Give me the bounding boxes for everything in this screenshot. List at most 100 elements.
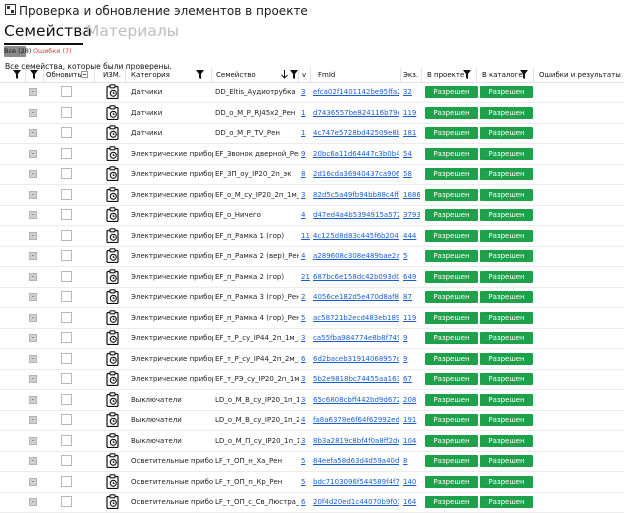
- row-expand-button[interactable]: -: [29, 477, 37, 486]
- fmid-link[interactable]: a289608c308e489bae2a1f0a: [313, 246, 399, 266]
- update-checkbox[interactable]: [61, 373, 72, 384]
- column-header-family[interactable]: Семейство: [216, 71, 256, 79]
- instances-link[interactable]: 119: [403, 308, 420, 328]
- in-project-status-button[interactable]: Разрешен: [425, 168, 478, 180]
- in-project-status-button[interactable]: Разрешен: [425, 291, 478, 303]
- version-link[interactable]: 9: [301, 144, 310, 164]
- filter-icon[interactable]: [290, 70, 298, 79]
- in-project-status-button[interactable]: Разрешен: [425, 229, 478, 242]
- version-link[interactable]: 3: [301, 369, 310, 389]
- instances-link[interactable]: 54: [403, 144, 420, 164]
- version-link[interactable]: 4: [301, 205, 310, 225]
- fmid-link[interactable]: 4c747e5728bd42509e8b7e53: [313, 123, 399, 143]
- fmid-link[interactable]: bdc7103096f544589f4f74dd: [313, 472, 399, 492]
- column-header-instances[interactable]: Экз.: [403, 71, 418, 79]
- in-catalog-status-button[interactable]: Разрешен: [480, 393, 533, 406]
- fmid-link[interactable]: 20f4d20ed1c44070b9f01bf5: [313, 492, 399, 512]
- fmid-link[interactable]: d7436557be824116b79e7b2: [313, 103, 399, 123]
- update-checkbox[interactable]: [61, 250, 72, 261]
- update-checkbox[interactable]: [61, 475, 72, 487]
- row-expand-button[interactable]: -: [29, 129, 37, 137]
- update-checkbox[interactable]: [61, 291, 72, 302]
- update-checkbox[interactable]: [61, 270, 72, 282]
- version-link[interactable]: 4: [301, 410, 310, 430]
- in-project-status-button[interactable]: Разрешен: [425, 475, 478, 488]
- in-project-status-button[interactable]: Разрешен: [425, 373, 478, 385]
- in-catalog-status-button[interactable]: Разрешен: [480, 168, 533, 180]
- row-expand-button[interactable]: -: [29, 395, 37, 404]
- table-row[interactable]: - Электрические приборы EF_o_Ничего 4 d47ed4…: [0, 205, 624, 226]
- table-row[interactable]: - Электрические приборы EF_т_P_cy_IP44_2п_…: [0, 328, 624, 349]
- version-link[interactable]: 11: [301, 226, 310, 246]
- instances-link[interactable]: 649: [403, 267, 420, 287]
- table-row[interactable]: - Осветительные прибор LF_т_ОП_н_Ха_Рен 5 84…: [0, 451, 624, 472]
- column-header-in-catalog[interactable]: В каталоге: [482, 71, 523, 79]
- table-row[interactable]: - Электрические приборы EF_п_Рамка 4 (гор)…: [0, 308, 624, 329]
- update-checkbox[interactable]: [61, 311, 72, 323]
- update-checkbox[interactable]: [61, 352, 72, 364]
- table-row[interactable]: - Электрические приборы EF_т_P_cy_IP44_2п_…: [0, 349, 624, 370]
- in-catalog-status-button[interactable]: Разрешен: [480, 373, 533, 385]
- table-row[interactable]: - Электрические приборы EF_п_Рамка 2 (вер)…: [0, 246, 624, 267]
- filter-icon[interactable]: [463, 70, 471, 79]
- row-expand-button[interactable]: -: [29, 436, 37, 445]
- table-row[interactable]: - Датчики DD_Eltis_Аудиотрубка 3 efca02f1401…: [0, 82, 624, 103]
- in-catalog-status-button[interactable]: Разрешен: [480, 106, 533, 119]
- table-row[interactable]: - Электрические приборы EF_п_Рамка 3 (гор)…: [0, 287, 624, 308]
- fmid-link[interactable]: ac58721b2ecd483eb18943f: [313, 308, 399, 328]
- in-catalog-status-button[interactable]: Разрешен: [480, 209, 533, 221]
- update-checkbox[interactable]: [61, 434, 72, 446]
- fmid-link[interactable]: 82d5c5a49fb94bb88c4ff1e1: [313, 185, 399, 205]
- update-checkbox[interactable]: [61, 86, 72, 97]
- in-project-status-button[interactable]: Разрешен: [425, 147, 478, 160]
- filter-icon[interactable]: [196, 70, 204, 79]
- row-expand-button[interactable]: -: [29, 416, 37, 424]
- fmid-link[interactable]: efca02f1401142be95ffa28efb: [313, 82, 399, 102]
- in-project-status-button[interactable]: Разрешен: [425, 250, 478, 262]
- version-link[interactable]: 4: [301, 246, 310, 266]
- row-expand-button[interactable]: -: [29, 334, 37, 342]
- instances-link[interactable]: 140: [403, 472, 420, 492]
- update-checkbox[interactable]: [61, 332, 72, 343]
- row-expand-button[interactable]: -: [29, 88, 37, 96]
- instances-link[interactable]: 164: [403, 492, 420, 512]
- update-checkbox[interactable]: [61, 414, 72, 425]
- fmid-link[interactable]: fa8a6378e6f64f62992edc96: [313, 410, 399, 430]
- update-checkbox[interactable]: [61, 188, 72, 200]
- in-catalog-status-button[interactable]: Разрешен: [480, 127, 533, 139]
- in-catalog-status-button[interactable]: Разрешен: [480, 229, 533, 242]
- update-checkbox[interactable]: [61, 393, 72, 405]
- version-link[interactable]: 3: [301, 82, 310, 102]
- row-expand-button[interactable]: -: [29, 211, 37, 219]
- table-row[interactable]: - Датчики DD_o_M_P_TV_Рен 1 4c747e5728bd4250…: [0, 123, 624, 144]
- column-header-version[interactable]: v: [302, 71, 306, 79]
- table-row[interactable]: - Датчики DD_o_M_P_RJ45x2_Рен 1 d7436557be82…: [0, 103, 624, 124]
- row-expand-button[interactable]: -: [29, 293, 37, 301]
- tab-materials[interactable]: Материалы: [86, 21, 179, 41]
- update-checkbox[interactable]: [61, 168, 72, 179]
- version-link[interactable]: 6: [301, 492, 310, 512]
- table-row[interactable]: - Выключатели LD_o_M_B_cy_IP20_1п_2к 4 fa8a6…: [0, 410, 624, 431]
- row-expand-button[interactable]: -: [29, 313, 37, 322]
- in-project-status-button[interactable]: Разрешен: [425, 393, 478, 406]
- in-catalog-status-button[interactable]: Разрешен: [480, 455, 533, 467]
- in-project-status-button[interactable]: Разрешен: [425, 127, 478, 139]
- instances-link[interactable]: 208: [403, 390, 420, 410]
- filter-icon[interactable]: [30, 70, 38, 79]
- table-row[interactable]: - Выключатели LD_o_M_П_cy_IP20_1п_1к 3 8b3a2…: [0, 431, 624, 452]
- instances-link[interactable]: 32: [403, 82, 420, 102]
- instances-link[interactable]: 58: [403, 164, 420, 184]
- version-link[interactable]: 6: [301, 349, 310, 369]
- instances-link[interactable]: 444: [403, 226, 420, 246]
- filter-errors-chip[interactable]: Ошибки (7): [31, 46, 74, 57]
- fmid-link[interactable]: 687bc6e158dc42b093d0631: [313, 267, 399, 287]
- update-checkbox[interactable]: [61, 229, 72, 241]
- fmid-link[interactable]: d47ed4a4b5394915a572c67: [313, 205, 399, 225]
- row-expand-button[interactable]: -: [29, 498, 37, 506]
- column-header-fmid[interactable]: FmId: [318, 71, 335, 79]
- instances-link[interactable]: 119: [403, 103, 420, 123]
- in-catalog-status-button[interactable]: Разрешен: [480, 475, 533, 488]
- in-project-status-button[interactable]: Разрешен: [425, 496, 478, 508]
- instances-link[interactable]: 181: [403, 123, 420, 143]
- version-link[interactable]: 3: [301, 431, 310, 451]
